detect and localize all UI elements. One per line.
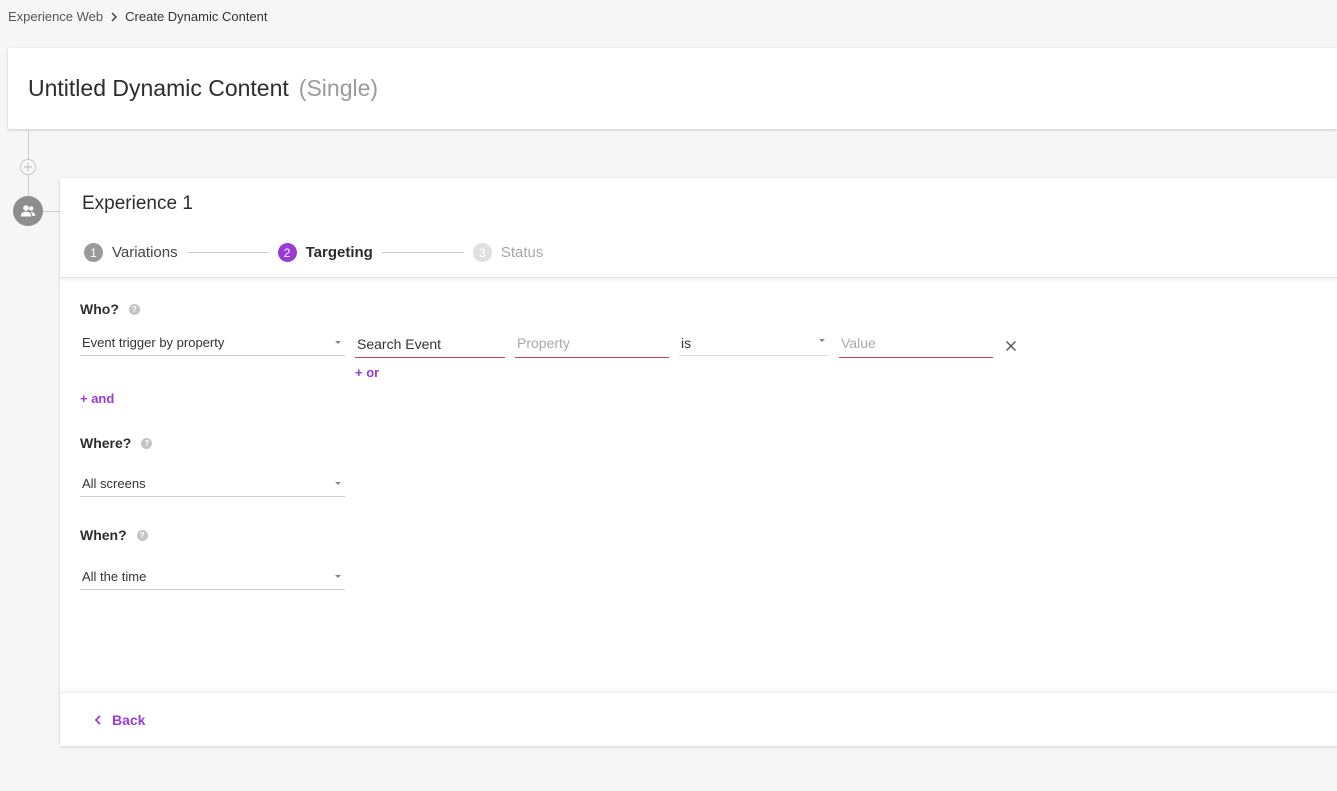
step-label: Status <box>500 244 544 261</box>
where-section-label: Where? ? <box>80 435 153 451</box>
page-subtitle: (Single) <box>298 75 379 101</box>
who-label: Who? <box>80 301 119 317</box>
card-footer: Back <box>60 692 1337 746</box>
stepper: 1 Variations 2 Targeting 3 Status <box>84 243 543 262</box>
page-title[interactable]: Untitled Dynamic Content <box>28 75 289 102</box>
experience-header: Experience 1 1 Variations 2 Targeting 3 … <box>60 178 1337 278</box>
step-label: Targeting <box>305 244 373 261</box>
close-icon[interactable] <box>1005 340 1017 352</box>
where-select[interactable]: All screens <box>80 471 345 497</box>
and-condition-link[interactable]: + and <box>80 391 114 406</box>
step-status[interactable]: 3 Status <box>472 243 544 262</box>
property-placeholder: Property <box>517 335 570 351</box>
help-icon[interactable]: ? <box>141 437 153 449</box>
step-variations[interactable]: 1 Variations <box>84 243 178 262</box>
experience-card: Experience 1 1 Variations 2 Targeting 3 … <box>60 178 1337 746</box>
back-button[interactable]: Back <box>94 712 145 728</box>
or-condition-link[interactable]: + or <box>355 365 379 380</box>
step-label: Variations <box>112 244 178 261</box>
back-label: Back <box>112 712 146 728</box>
operator-value: is <box>681 334 692 351</box>
chevron-left-icon <box>94 715 101 725</box>
event-search-value: Search Event <box>357 335 442 352</box>
step-divider <box>381 252 464 253</box>
operator-select[interactable]: is <box>679 330 829 356</box>
breadcrumb: Experience Web Create Dynamic Content <box>8 9 268 24</box>
users-icon <box>20 205 36 217</box>
help-icon[interactable]: ? <box>128 303 140 315</box>
breadcrumb-parent[interactable]: Experience Web <box>8 9 103 24</box>
chevron-right-icon <box>111 11 118 22</box>
help-icon[interactable]: ? <box>136 529 148 541</box>
experience-title: Experience 1 <box>82 193 193 214</box>
caret-down-icon <box>335 575 341 578</box>
when-section-label: When? ? <box>80 527 148 543</box>
experience-node[interactable] <box>13 196 43 226</box>
where-value: All screens <box>82 476 146 491</box>
step-number: 3 <box>472 243 492 262</box>
add-experience-button[interactable] <box>20 159 36 175</box>
value-placeholder: Value <box>841 335 876 351</box>
timeline-connector <box>43 211 60 212</box>
who-trigger-select[interactable]: Event trigger by property <box>80 330 345 356</box>
who-section-label: Who? ? <box>80 301 140 317</box>
step-number: 2 <box>277 243 297 262</box>
step-number: 1 <box>84 243 103 262</box>
when-label: When? <box>80 527 127 543</box>
page-header: Untitled Dynamic Content (Single) <box>8 48 1337 129</box>
value-input[interactable]: Value <box>839 329 993 358</box>
plus-circle-icon <box>24 163 32 171</box>
caret-down-icon <box>819 339 825 342</box>
step-targeting[interactable]: 2 Targeting <box>277 243 373 262</box>
who-trigger-value: Event trigger by property <box>82 335 225 350</box>
where-label: Where? <box>80 435 132 451</box>
breadcrumb-current: Create Dynamic Content <box>125 9 268 24</box>
step-divider <box>186 252 269 253</box>
event-search-input[interactable]: Search Event <box>355 330 505 358</box>
caret-down-icon <box>335 341 341 344</box>
when-select[interactable]: All the time <box>80 564 345 590</box>
caret-down-icon <box>335 482 341 485</box>
property-input[interactable]: Property <box>515 329 669 358</box>
when-value: All the time <box>82 569 147 584</box>
